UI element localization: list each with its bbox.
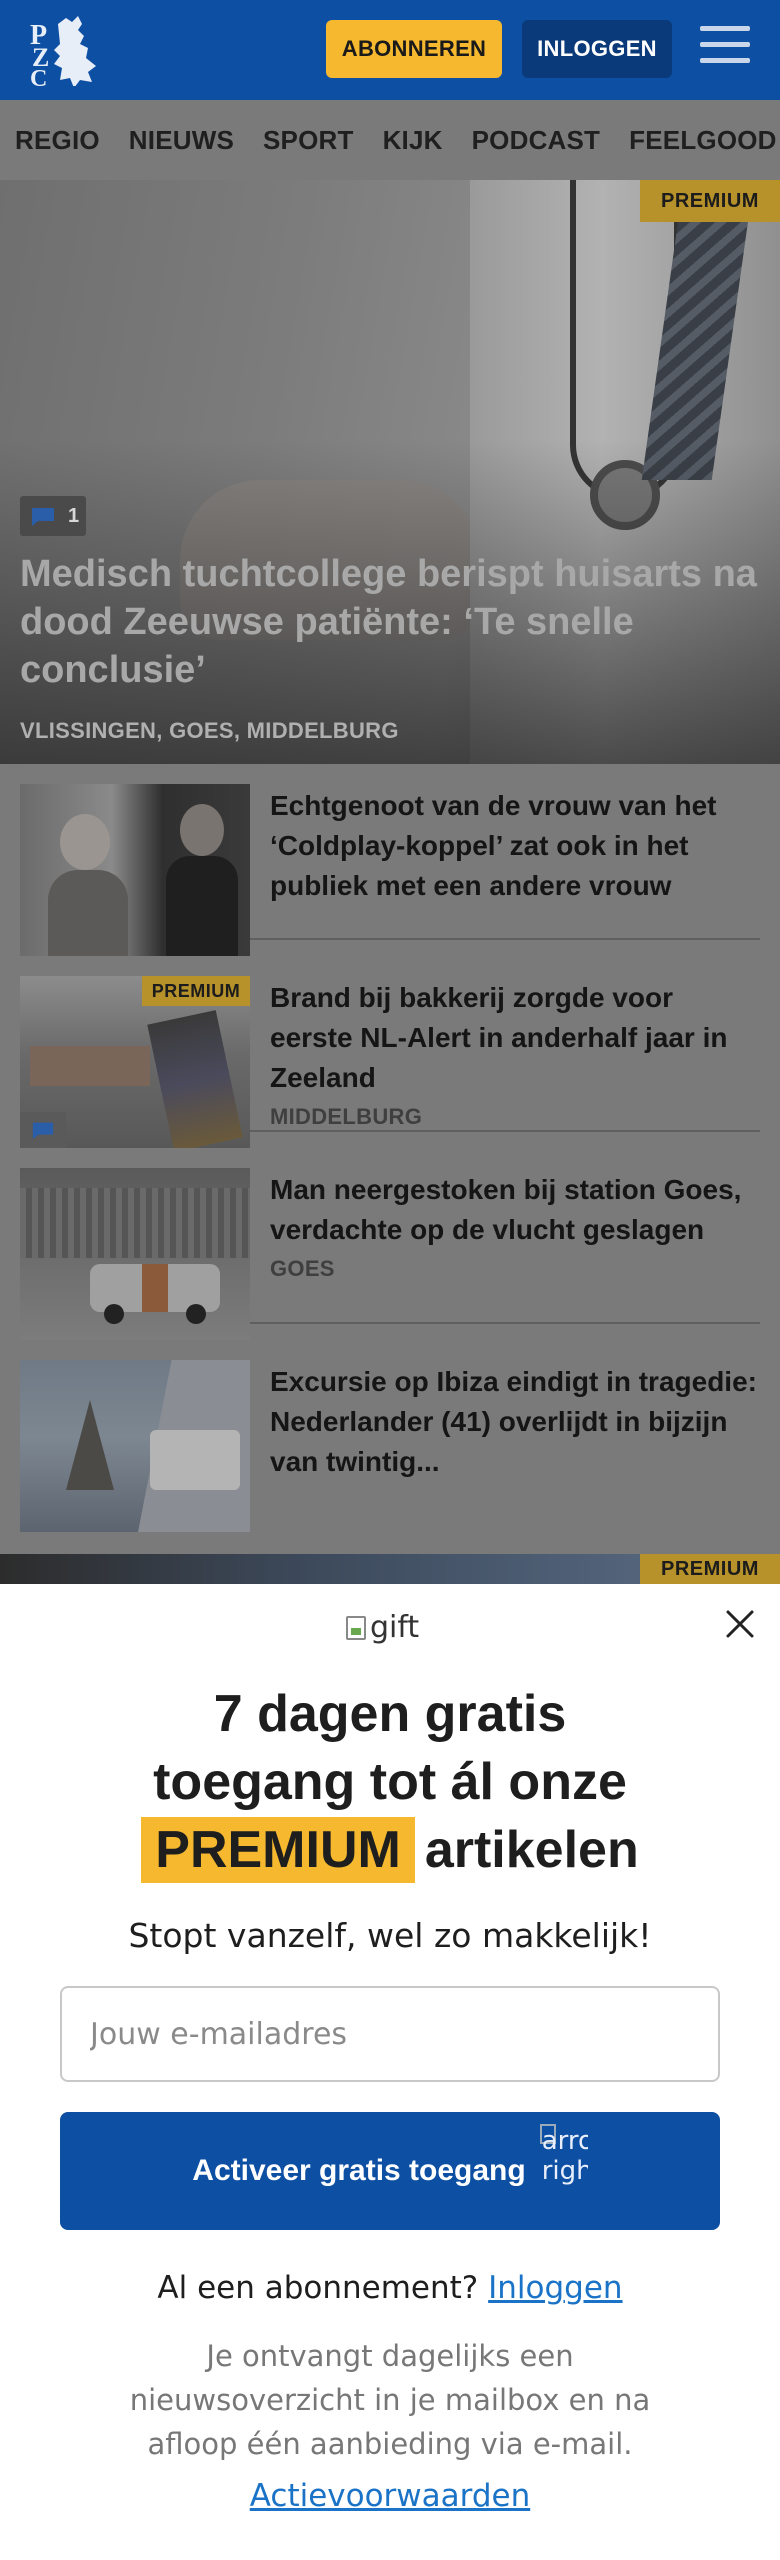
headline-line-2: toegang tot ál onze bbox=[153, 1753, 627, 1811]
nav-item-feelgood[interactable]: FEELGOOD bbox=[614, 125, 780, 156]
list-item[interactable]: Echtgenoot van de vrouw van het ‘Coldpla… bbox=[20, 764, 760, 956]
comment-count: 1 bbox=[68, 504, 80, 527]
article-location-tag: MIDDELBURG bbox=[270, 1104, 423, 1129]
gift-icon: gift bbox=[346, 1610, 419, 1645]
premium-badge: PREMIUM bbox=[640, 1554, 780, 1584]
hero-location-tag: VLISSINGEN, GOES, MIDDELBURG bbox=[20, 718, 399, 743]
section-nav: REGIO NIEUWS SPORT KIJK PODCAST FEELGOOD… bbox=[0, 100, 780, 180]
existing-subscription-text: Al een abonnement? bbox=[157, 2270, 479, 2306]
comment-icon[interactable] bbox=[20, 1112, 66, 1148]
article-thumbnail bbox=[20, 784, 250, 956]
hero-title[interactable]: Medisch tuchtcollege berispt huisarts na… bbox=[20, 550, 770, 694]
nav-item-sport[interactable]: SPORT bbox=[248, 125, 368, 156]
list-item[interactable]: PREMIUM Brand bij bakkerij zorgde voor e… bbox=[20, 956, 760, 1148]
nav-item-regio[interactable]: REGIO bbox=[0, 125, 114, 156]
headline-line-1: 7 dagen gratis bbox=[213, 1685, 567, 1743]
login-button[interactable]: INLOGGEN bbox=[522, 20, 672, 78]
email-field[interactable] bbox=[60, 1986, 720, 2082]
article-text: Echtgenoot van de vrouw van het ‘Coldpla… bbox=[270, 786, 760, 906]
pzc-logo[interactable]: P Z C bbox=[28, 14, 112, 92]
article-thumbnail bbox=[20, 1360, 250, 1532]
article-text: Man neergestoken bij station Goes, verda… bbox=[270, 1170, 760, 1282]
premium-badge: PREMIUM bbox=[640, 180, 780, 222]
comment-count-badge[interactable]: 1 bbox=[20, 496, 86, 536]
svg-text:C: C bbox=[30, 66, 47, 86]
premium-badge: PREMIUM bbox=[142, 976, 250, 1006]
activate-trial-button[interactable]: Activeer gratis toegang arrow right bbox=[60, 2112, 720, 2230]
article-text: Excursie op Ibiza eindigt in tragedie: N… bbox=[270, 1362, 760, 1482]
article-title[interactable]: Man neergestoken bij station Goes, verda… bbox=[270, 1170, 760, 1250]
nav-item-nieuws[interactable]: NIEUWS bbox=[114, 125, 248, 156]
arrow-right-icon: arrow right bbox=[539, 2124, 588, 2186]
next-article-preview[interactable]: PREMIUM bbox=[0, 1554, 780, 1584]
close-icon[interactable] bbox=[722, 1606, 758, 1642]
nav-item-podcast[interactable]: PODCAST bbox=[457, 125, 615, 156]
offer-subtitle: Stopt vanzelf, wel zo makkelijk! bbox=[128, 1916, 652, 1955]
article-location-tag: GOES bbox=[270, 1256, 335, 1281]
page: P Z C ABONNEREN INLOGGEN REGIO NIEUWS SP… bbox=[0, 0, 780, 2560]
nav-item-kijk[interactable]: KIJK bbox=[368, 125, 457, 156]
article-thumbnail bbox=[20, 1168, 250, 1340]
list-item[interactable]: Excursie op Ibiza eindigt in tragedie: N… bbox=[20, 1340, 760, 1532]
hamburger-menu-icon[interactable] bbox=[700, 26, 750, 70]
comment-icon bbox=[32, 508, 54, 526]
article-thumbnail: PREMIUM bbox=[20, 976, 250, 1148]
terms-line: Actievoorwaarden bbox=[40, 2478, 740, 2514]
terms-link[interactable]: Actievoorwaarden bbox=[250, 2478, 531, 2514]
hero-article[interactable]: PREMIUM 1 Medisch tuchtcollege berispt h… bbox=[0, 180, 780, 764]
login-link[interactable]: Inloggen bbox=[488, 2270, 622, 2306]
existing-subscription-line: Al een abonnement? Inloggen bbox=[40, 2270, 740, 2306]
list-item[interactable]: Man neergestoken bij station Goes, verda… bbox=[20, 1148, 760, 1340]
headline-premium-highlight: PREMIUM bbox=[141, 1817, 415, 1883]
trial-offer-modal: gift 7 dagen gratis toegang tot ál onze … bbox=[0, 1584, 780, 2560]
activate-trial-label: Activeer gratis toegang bbox=[192, 2154, 526, 2187]
article-text: Brand bij bakkerij zorgde voor eerste NL… bbox=[270, 978, 760, 1130]
headline-end: artikelen bbox=[424, 1821, 639, 1879]
subscribe-button[interactable]: ABONNEREN bbox=[326, 20, 502, 78]
article-list: Echtgenoot van de vrouw van het ‘Coldpla… bbox=[0, 764, 780, 1584]
broken-image-icon bbox=[346, 1615, 366, 1640]
article-title[interactable]: Brand bij bakkerij zorgde voor eerste NL… bbox=[270, 978, 760, 1098]
offer-headline: 7 dagen gratis toegang tot ál onze PREMI… bbox=[40, 1680, 740, 1884]
top-header: P Z C ABONNEREN INLOGGEN bbox=[0, 0, 780, 100]
article-title[interactable]: Echtgenoot van de vrouw van het ‘Coldpla… bbox=[270, 786, 760, 906]
article-title[interactable]: Excursie op Ibiza eindigt in tragedie: N… bbox=[270, 1362, 760, 1482]
newsletter-note: Je ontvangt dagelijks een nieuwsoverzich… bbox=[129, 2339, 651, 2461]
gift-alt-text: gift bbox=[370, 1610, 420, 1645]
